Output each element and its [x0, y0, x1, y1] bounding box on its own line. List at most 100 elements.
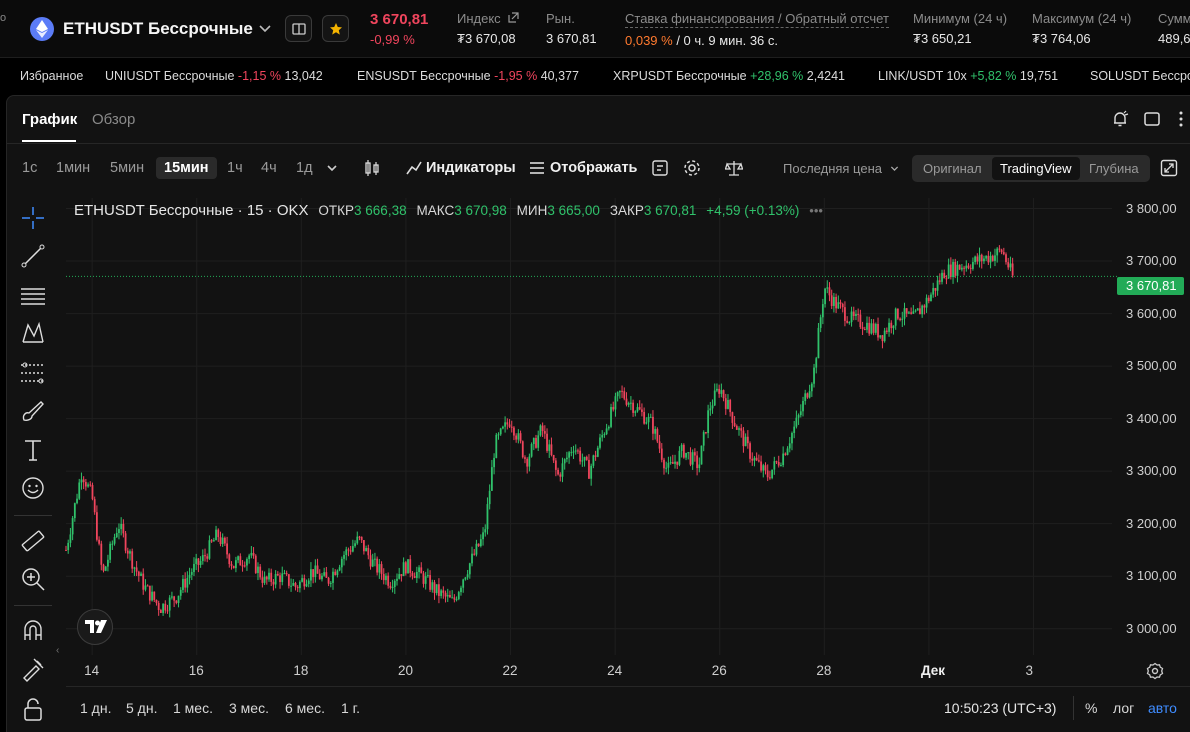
indicators-icon[interactable]: [405, 159, 423, 177]
favorite-button[interactable]: [322, 15, 349, 42]
y-tick-label: 3 700,00: [1126, 253, 1177, 269]
stat-volume-label: Сумм: [1158, 11, 1190, 26]
interval-1h[interactable]: 1ч: [227, 160, 243, 176]
lock-icon[interactable]: [20, 697, 46, 723]
projection-icon[interactable]: [20, 360, 46, 386]
interval-1min[interactable]: 1мин: [56, 160, 90, 176]
range-1y[interactable]: 1 г.: [341, 700, 360, 716]
crosshair-icon[interactable]: [20, 205, 46, 231]
interval-4h[interactable]: 4ч: [261, 160, 277, 176]
ruler-icon[interactable]: [20, 528, 46, 554]
auto-scale-button[interactable]: авто: [1148, 700, 1177, 716]
range-1d[interactable]: 1 дн.: [80, 700, 111, 716]
legend-close: 3 670,81: [643, 203, 697, 218]
tab-chart[interactable]: График: [22, 111, 77, 128]
magnet-icon[interactable]: [20, 618, 46, 644]
stat-funding-label[interactable]: Ставка финансирования / Обратный отсчет: [625, 11, 889, 28]
favorites-ticker: Избранное UNIUSDT Бессрочные -1,15 % 13,…: [0, 61, 1190, 91]
list-icon[interactable]: [528, 159, 546, 177]
x-tick-label: 22: [502, 663, 518, 678]
pair-title[interactable]: ETHUSDT Бессрочные: [63, 19, 253, 39]
ticker-item[interactable]: LINK/USDT 10x +5,82 % 19,751: [878, 69, 1058, 83]
stat-index: Индекс ₮3 670,08: [457, 11, 519, 46]
external-link-icon[interactable]: [508, 12, 519, 23]
book-button[interactable]: [285, 15, 312, 42]
chevron-down-icon[interactable]: [889, 163, 900, 174]
brush-icon[interactable]: [20, 398, 46, 424]
tab-overview[interactable]: Обзор: [92, 111, 135, 128]
price-type-select[interactable]: Последняя цена: [783, 161, 882, 176]
funding-rate: 0,039 %: [625, 33, 673, 48]
y-tick-label: 3 500,00: [1126, 358, 1177, 374]
text-icon[interactable]: [20, 437, 46, 463]
interval-1d[interactable]: 1д: [296, 160, 313, 176]
star-icon: [330, 23, 342, 35]
fullscreen-icon[interactable]: [1160, 159, 1178, 177]
zoom-in-icon[interactable]: [20, 566, 46, 592]
ticker-item[interactable]: ENSUSDT Бессрочные -1,95 % 40,377: [357, 69, 579, 83]
last-price: 3 670,81: [370, 11, 429, 28]
lock-drawing-icon[interactable]: [20, 656, 46, 682]
clock-timezone[interactable]: 10:50:23 (UTC+3): [944, 700, 1056, 716]
range-6m[interactable]: 6 мес.: [285, 700, 325, 716]
legend-more-icon[interactable]: •••: [809, 203, 823, 218]
ticker-item[interactable]: SOLUSDT Бессроч: [1090, 69, 1190, 83]
chevron-down-icon[interactable]: [325, 161, 339, 175]
display-button[interactable]: Отображать: [550, 160, 637, 176]
ticker-change: +28,96 %: [750, 69, 804, 83]
pattern-icon[interactable]: [20, 320, 46, 346]
collapse-arrow-icon[interactable]: ‹: [56, 645, 59, 656]
last-change: -0,99 %: [370, 32, 415, 47]
interval-1s[interactable]: 1с: [22, 160, 37, 176]
log-scale-button[interactable]: лог: [1113, 700, 1134, 716]
percent-scale-button[interactable]: %: [1085, 700, 1097, 716]
window-icon[interactable]: [1143, 110, 1161, 128]
horizontal-lines-icon[interactable]: [20, 283, 46, 309]
scale-icon[interactable]: [725, 159, 743, 177]
stat-funding: Ставка финансирования / Обратный отсчет …: [625, 11, 889, 48]
ticker-price: 19,751: [1019, 69, 1059, 83]
y-tick-label: 3 100,00: [1126, 568, 1177, 584]
ticker-change: -1,95 %: [494, 69, 538, 83]
gear-icon[interactable]: [683, 159, 701, 177]
range-1m[interactable]: 1 мес.: [173, 700, 213, 716]
interval-15min[interactable]: 15мин: [156, 157, 217, 179]
favorites-label[interactable]: Избранное: [20, 69, 83, 83]
stat-mark-label: Рын.: [546, 11, 575, 26]
candles-icon[interactable]: [363, 159, 381, 177]
stat-index-label: Индекс: [457, 11, 501, 26]
x-tick-label: 26: [711, 663, 727, 678]
tools-divider: [14, 605, 52, 606]
ticker-name: ENSUSDT Бессрочные: [357, 69, 491, 83]
ticker-price: 2,4241: [806, 69, 845, 83]
legend-open: 3 666,38: [354, 203, 407, 218]
range-3m[interactable]: 3 мес.: [229, 700, 269, 716]
ticker-item[interactable]: XRPUSDT Бессрочные +28,96 % 2,4241: [613, 69, 845, 83]
chevron-down-icon[interactable]: [258, 21, 272, 35]
template-icon[interactable]: [651, 159, 669, 177]
ticker-change: +5,82 %: [970, 69, 1017, 83]
settings-icon[interactable]: [1146, 662, 1164, 680]
ticker-item[interactable]: UNIUSDT Бессрочные -1,15 % 13,042: [105, 69, 323, 83]
funding-countdown: / 0 ч. 9 мин. 36 с.: [672, 33, 779, 48]
more-icon[interactable]: [1172, 110, 1190, 128]
alert-icon[interactable]: [1111, 110, 1129, 128]
legend-change: +4,59 (+0.13%): [706, 203, 800, 218]
range-5d[interactable]: 5 дн.: [126, 700, 157, 716]
view-depth[interactable]: Глубина: [1089, 161, 1139, 176]
trend-line-icon[interactable]: [20, 243, 46, 269]
legend-title: ETHUSDT Бессрочные · 15 · OKX: [74, 202, 309, 219]
x-tick-label: 20: [397, 663, 413, 678]
indicators-button[interactable]: Индикаторы: [426, 160, 516, 176]
y-tick-label: 3 400,00: [1126, 410, 1177, 426]
legend-high-label: МАКС: [416, 203, 455, 218]
ticker-name: UNIUSDT Бессрочные: [105, 69, 235, 83]
stat-index-value: ₮3 670,08: [457, 31, 516, 46]
interval-5min[interactable]: 5мин: [110, 160, 144, 176]
tabs-divider: [6, 143, 1190, 144]
view-tradingview[interactable]: TradingView: [992, 157, 1080, 180]
view-original[interactable]: Оригинал: [923, 161, 982, 176]
stat-volume-value: 489,6: [1158, 31, 1190, 46]
tradingview-logo[interactable]: [77, 609, 113, 645]
emoji-icon[interactable]: [20, 475, 46, 501]
